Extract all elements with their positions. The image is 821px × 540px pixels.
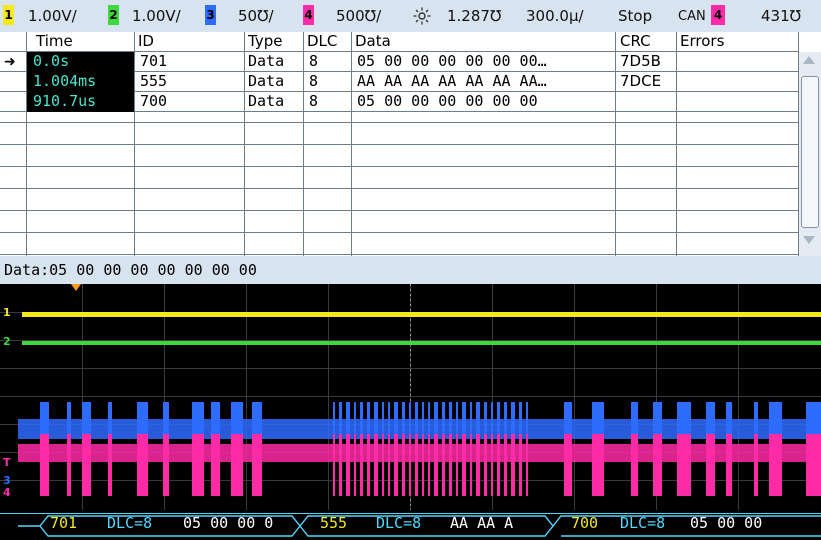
decode-frame1-data[interactable]: 05 00 00 0 <box>183 514 273 532</box>
row-crc[interactable]: 7D5B <box>620 52 661 72</box>
row-id[interactable]: 701 <box>140 52 167 72</box>
col-header-time[interactable]: Time <box>36 32 73 51</box>
trigger-level-marker[interactable]: T <box>3 456 11 469</box>
row-data[interactable]: AA AA AA AA AA AA AA… <box>357 72 613 92</box>
row-type[interactable]: Data <box>248 52 284 72</box>
selected-row-arrow-icon: ➜ <box>4 54 16 70</box>
run-state[interactable]: Stop <box>618 7 652 25</box>
ch1-trace <box>22 312 821 317</box>
col-header-data[interactable]: Data <box>355 32 391 51</box>
scrollbar-thumb[interactable] <box>801 76 819 228</box>
ch3-scale[interactable]: 50℧/ <box>238 7 274 25</box>
ch2-badge[interactable]: 2 <box>108 5 119 25</box>
ch1-marker[interactable]: 1 <box>3 306 11 319</box>
top-status-bar: 1 1.00V/ 2 1.00V/ 3 50℧/ 4 500℧/ 1.287℧ … <box>0 0 821 32</box>
row-id[interactable]: 555 <box>140 72 167 92</box>
col-header-dlc[interactable]: DLC <box>307 32 337 51</box>
decode-frame3-id[interactable]: 700 <box>571 514 598 532</box>
row-data[interactable]: 05 00 00 00 00 00 00… <box>357 52 613 72</box>
row-type[interactable]: Data <box>248 72 284 92</box>
decode-frame1-dlc[interactable]: DLC=8 <box>107 514 152 532</box>
trigger-level[interactable]: 1.287℧ <box>447 7 501 25</box>
row-dlc[interactable]: 8 <box>309 92 318 112</box>
ch2-trace <box>22 341 821 345</box>
row-time[interactable]: 0.0s <box>27 52 134 72</box>
row-time[interactable]: 1.004ms <box>27 72 134 92</box>
data-readout-bar: Data:05 00 00 00 00 00 00 00 <box>0 256 821 284</box>
trigger-position-marker-icon[interactable] <box>71 284 81 291</box>
ch2-marker[interactable]: 2 <box>3 335 11 348</box>
data-readout: Data:05 00 00 00 00 00 00 00 <box>4 261 257 279</box>
ch4-trace <box>18 434 821 496</box>
ch4-marker[interactable]: 4 <box>3 486 11 499</box>
waveform-canvas <box>0 284 821 514</box>
trigger-source-badge[interactable]: 4 <box>711 5 725 25</box>
ch4-badge[interactable]: 4 <box>303 5 314 25</box>
col-header-id[interactable]: ID <box>138 32 154 51</box>
decode-frame2-dlc[interactable]: DLC=8 <box>376 514 421 532</box>
timebase[interactable]: 300.0µ/ <box>526 7 584 25</box>
decode-frame3-data[interactable]: 05 00 00 <box>690 514 762 532</box>
table-scrollbar[interactable] <box>799 52 821 256</box>
row-time[interactable]: 910.7us <box>27 92 134 112</box>
decode-frame1-id[interactable]: 701 <box>50 514 77 532</box>
col-header-crc[interactable]: CRC <box>620 32 651 51</box>
row-dlc[interactable]: 8 <box>309 52 318 72</box>
row-data[interactable]: 05 00 00 00 00 00 00 <box>357 92 613 112</box>
ch3-badge[interactable]: 3 <box>205 5 216 25</box>
row-crc[interactable]: 7DCE <box>620 72 661 92</box>
ch2-scale[interactable]: 1.00V/ <box>132 7 181 25</box>
trigger-sun-icon <box>413 7 431 25</box>
trigger-value[interactable]: 431℧ <box>761 7 801 25</box>
waveform-display[interactable]: 1 2 T 3 4 <box>0 284 821 540</box>
decode-frame2-data[interactable]: AA AA A <box>450 514 513 532</box>
col-header-type[interactable]: Type <box>248 32 282 51</box>
trigger-type[interactable]: CAN <box>678 9 706 24</box>
row-type[interactable]: Data <box>248 92 284 112</box>
col-header-errors[interactable]: Errors <box>680 32 724 51</box>
decode-frame3-dlc[interactable]: DLC=8 <box>620 514 665 532</box>
ch1-scale[interactable]: 1.00V/ <box>28 7 77 25</box>
decode-frame2-id[interactable]: 555 <box>320 514 347 532</box>
row-id[interactable]: 700 <box>140 92 167 112</box>
scroll-down-arrow-icon[interactable] <box>803 236 815 244</box>
row-dlc[interactable]: 8 <box>309 72 318 92</box>
scroll-up-arrow-icon[interactable] <box>803 56 815 64</box>
ch1-badge[interactable]: 1 <box>3 5 14 25</box>
ch4-scale[interactable]: 500℧/ <box>336 7 381 25</box>
